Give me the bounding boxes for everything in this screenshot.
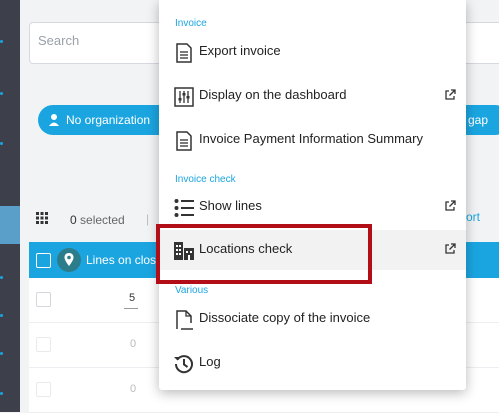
list-icon [174, 199, 194, 217]
sidebar-indicator [0, 392, 3, 395]
row-checkbox[interactable] [36, 292, 51, 307]
menu-item-label: Export invoice [199, 43, 281, 58]
toolbar-divider: | [146, 212, 150, 226]
grid-header-label: Lines on close [86, 253, 163, 267]
user-icon [49, 114, 59, 126]
sidebar-indicator [0, 276, 3, 279]
sidebar-indicator [0, 40, 3, 43]
row-value: 0 [130, 383, 137, 395]
selected-count: 0 selected [70, 213, 125, 227]
sidebar-indicator [0, 352, 3, 355]
menu-item-dissociate-copy[interactable]: Dissociate copy of the invoice [159, 299, 466, 339]
external-link-icon [445, 243, 456, 254]
select-all-checkbox[interactable] [36, 253, 51, 268]
section-title-invoice-check: Invoice check [175, 174, 236, 185]
row-checkbox[interactable] [36, 337, 51, 352]
value-underline [124, 308, 138, 309]
sliders-icon [174, 87, 194, 107]
menu-item-export-invoice[interactable]: Export invoice [159, 32, 466, 72]
document-icon [176, 43, 192, 63]
history-icon [174, 355, 193, 374]
menu-item-label: Display on the dashboard [199, 87, 347, 102]
menu-item-payment-summary[interactable]: Invoice Payment Information Summary [159, 120, 466, 160]
row-value: 5 [129, 292, 136, 304]
menu-item-log[interactable]: Log [159, 343, 466, 383]
external-link-icon [445, 200, 456, 211]
menu-item-show-lines[interactable]: Show lines [159, 187, 466, 227]
menu-item-display-on-dashboard[interactable]: Display on the dashboard [159, 76, 466, 116]
section-title-various: Various [175, 285, 209, 296]
sidebar-indicator [0, 142, 3, 145]
filter-pill-label: No organization [66, 113, 151, 127]
filter-pill-gap-label: gap [468, 113, 489, 127]
menu-item-label: Dissociate copy of the invoice [199, 310, 371, 325]
document-icon [176, 131, 192, 151]
actions-dropdown-menu: Invoice Export invoice Display on the da… [159, 0, 466, 390]
left-sidebar [0, 0, 20, 412]
external-link-icon [445, 89, 456, 100]
section-title-invoice: Invoice [175, 18, 207, 29]
document-corner-icon [176, 310, 193, 330]
filter-pill-organization[interactable]: No organization [38, 105, 178, 135]
highlight-annotation [156, 224, 372, 284]
grid-view-icon[interactable] [36, 212, 48, 224]
row-checkbox[interactable] [36, 382, 51, 397]
location-pin-icon [57, 248, 81, 272]
search-placeholder: Search [38, 33, 80, 48]
sidebar-active-item[interactable] [0, 206, 20, 244]
toolbar-export-link[interactable]: ort [466, 210, 480, 224]
sidebar-indicator [0, 314, 3, 317]
menu-item-label: Show lines [199, 198, 262, 213]
menu-item-label: Log [199, 354, 221, 369]
sidebar-indicator [0, 92, 3, 95]
menu-item-label: Invoice Payment Information Summary [199, 131, 423, 146]
row-value: 0 [130, 338, 137, 350]
